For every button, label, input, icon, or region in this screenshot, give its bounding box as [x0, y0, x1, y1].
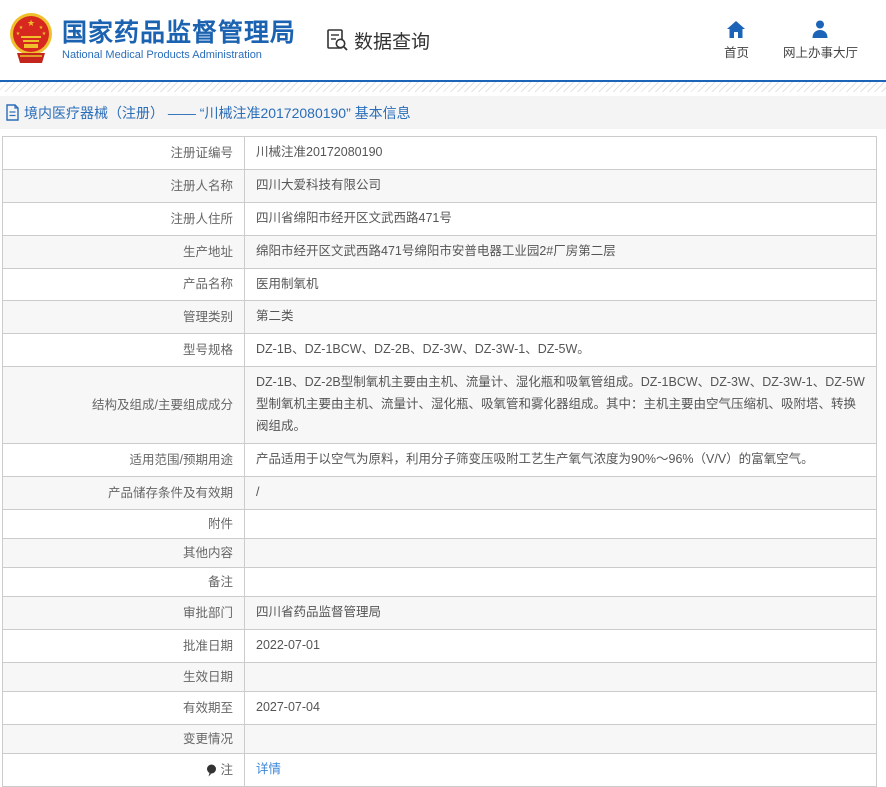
- row-label: 有效期至: [3, 691, 245, 724]
- row-value: 医用制氧机: [256, 276, 319, 291]
- person-icon: [811, 20, 829, 38]
- row-label: 审批部门: [3, 596, 245, 629]
- table-row: 产品名称 医用制氧机: [3, 268, 876, 302]
- table-row: 产品储存条件及有效期 /: [3, 476, 876, 510]
- nav-home-label: 首页: [723, 45, 749, 60]
- row-label: 产品名称: [3, 268, 245, 301]
- note-label: 注: [220, 762, 233, 777]
- table-row: 附件: [3, 509, 876, 539]
- table-row-note: 注 详情: [3, 753, 876, 787]
- row-value: DZ-1B、DZ-2B型制氧机主要由主机、流量计、湿化瓶和吸氧管组成。DZ-1B…: [256, 375, 865, 433]
- svg-text:★: ★: [16, 31, 21, 37]
- breadcrumb-text: 境内医疗器械（注册） —— “川械注准20172080190” 基本信息: [24, 104, 411, 121]
- table-row: 管理类别 第二类: [3, 301, 876, 335]
- home-icon: [727, 20, 746, 38]
- row-value: [245, 539, 876, 567]
- row-value: 2022-07-01: [256, 637, 320, 652]
- doc-search-icon: [326, 28, 349, 52]
- table-row: 审批部门 四川省药品监督管理局: [3, 596, 876, 630]
- page-header: ★ ★ ★ ★ ★ 国家药品监督管理局 National Medical Pro…: [0, 0, 886, 82]
- table-row: 变更情况: [3, 724, 876, 754]
- svg-text:★: ★: [42, 31, 47, 37]
- table-row: 注册人名称 四川大爱科技有限公司: [3, 169, 876, 203]
- table-row: 型号规格 DZ-1B、DZ-1BCW、DZ-2B、DZ-3W、DZ-3W-1、DZ…: [3, 334, 876, 368]
- row-label: 注册人名称: [3, 169, 245, 202]
- table-row: 生产地址 绵阳市经开区文武西路471号绵阳市安普电器工业园2#厂房第二层: [3, 235, 876, 269]
- row-value: [245, 568, 876, 596]
- table-row: 注册证编号 川械注准20172080190: [3, 137, 876, 170]
- svg-text:★: ★: [27, 18, 35, 28]
- row-label: 结构及组成/主要组成成分: [3, 367, 245, 443]
- table-row: 生效日期: [3, 662, 876, 692]
- row-value: [245, 663, 876, 691]
- org-title: 国家药品监督管理局: [62, 18, 297, 47]
- table-row: 适用范围/预期用途 产品适用于以空气为原料，利用分子筛变压吸附工艺生产氧气浓度为9…: [3, 443, 876, 477]
- row-value: DZ-1B、DZ-1BCW、DZ-2B、DZ-3W、DZ-3W-1、DZ-5W。: [256, 342, 590, 357]
- row-label: 管理类别: [3, 301, 245, 334]
- table-row: 其他内容: [3, 538, 876, 568]
- row-label: 其他内容: [3, 538, 245, 567]
- row-value: 2027-07-04: [256, 699, 320, 714]
- nav-service-hall[interactable]: 网上办事大厅: [783, 20, 858, 61]
- nav-service-hall-label: 网上办事大厅: [782, 45, 858, 60]
- table-row: 注册人住所 四川省绵阳市经开区文武西路471号: [3, 202, 876, 236]
- row-value: [245, 725, 876, 753]
- registration-info-table: 注册证编号 川械注准20172080190 注册人名称 四川大爱科技有限公司 注册人…: [2, 136, 877, 787]
- data-query-label: 数据查询: [354, 31, 431, 53]
- row-label: 附件: [3, 509, 245, 538]
- row-label: 生产地址: [3, 235, 245, 268]
- breadcrumb: 境内医疗器械（注册） —— “川械注准20172080190” 基本信息: [0, 96, 886, 129]
- document-icon: [5, 104, 20, 121]
- row-value: 四川省绵阳市经开区文武西路471号: [256, 210, 452, 225]
- row-value: 绵阳市经开区文武西路471号绵阳市安普电器工业园2#厂房第二层: [256, 243, 616, 258]
- org-subtitle: National Medical Products Administration: [62, 49, 262, 62]
- table-row: 结构及组成/主要组成成分 DZ-1B、DZ-2B型制氧机主要由主机、流量计、湿化瓶…: [3, 367, 876, 444]
- row-value: /: [256, 484, 260, 499]
- row-label: 生效日期: [3, 662, 245, 691]
- row-label: 注册人住所: [3, 202, 245, 235]
- row-label: 变更情况: [3, 724, 245, 753]
- row-value: 川械注准20172080190: [256, 145, 383, 159]
- hatched-divider: [0, 82, 886, 92]
- national-emblem-logo: ★ ★ ★ ★ ★: [8, 11, 54, 70]
- data-query-section[interactable]: 数据查询: [326, 27, 430, 54]
- row-label: 注册证编号: [3, 137, 245, 169]
- table-row: 有效期至 2027-07-04: [3, 691, 876, 725]
- row-label: 产品储存条件及有效期: [3, 476, 245, 509]
- row-value: 四川省药品监督管理局: [256, 604, 382, 619]
- row-label: 注: [3, 753, 245, 786]
- row-label: 备注: [3, 567, 245, 596]
- row-value: 产品适用于以空气为原料，利用分子筛变压吸附工艺生产氧气浓度为90%～96%（V/…: [256, 451, 814, 466]
- row-label: 适用范围/预期用途: [3, 443, 245, 476]
- row-value: 第二类: [256, 309, 294, 324]
- row-value: [245, 510, 876, 538]
- table-row: 批准日期 2022-07-01: [3, 629, 876, 663]
- row-value: 四川大爱科技有限公司: [256, 177, 382, 192]
- nav-home[interactable]: 首页: [724, 20, 749, 61]
- detail-link[interactable]: 详情: [256, 759, 281, 781]
- row-label: 型号规格: [3, 334, 245, 367]
- header-nav: 首页 网上办事大厅: [724, 20, 858, 61]
- note-balloon-icon: [206, 764, 217, 777]
- row-label: 批准日期: [3, 629, 245, 662]
- table-row: 备注: [3, 567, 876, 597]
- row-value: 详情: [245, 754, 876, 786]
